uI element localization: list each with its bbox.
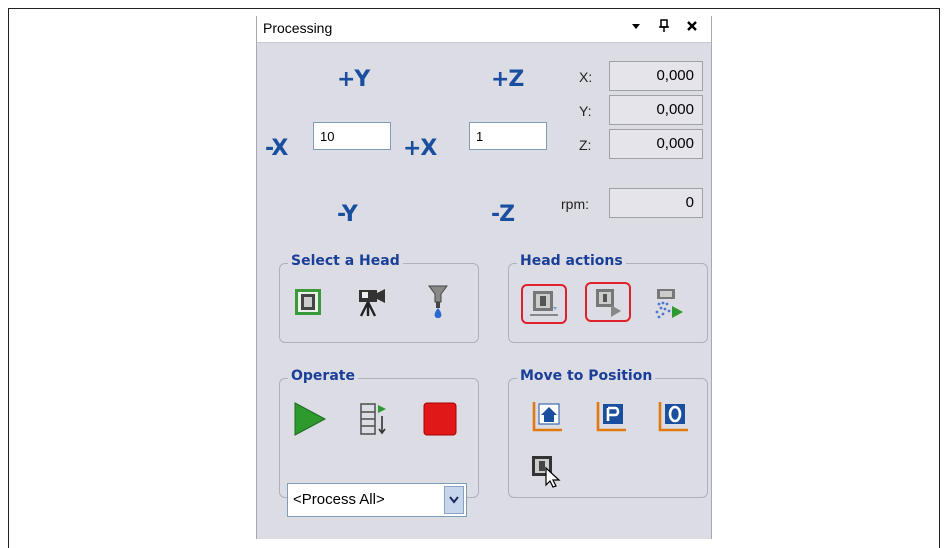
move-to-position-title: Move to Position [517, 368, 656, 384]
jog-plus-z-button[interactable]: +Z [491, 67, 524, 92]
head-down-icon [530, 291, 558, 316]
home-position-icon [532, 402, 562, 432]
move-home-button[interactable] [529, 399, 565, 435]
spindle-head-icon [295, 289, 321, 315]
move-to-cursor-button[interactable] [529, 453, 565, 489]
panel-title: Processing [263, 20, 333, 36]
xy-step-input[interactable] [313, 122, 391, 150]
chevron-down-icon [632, 24, 640, 29]
select-head-group: Select a Head [279, 253, 479, 343]
dispenser-head-icon [428, 285, 448, 318]
move-zero-button[interactable] [655, 399, 691, 435]
z-step-input[interactable] [469, 122, 547, 150]
head-down-button[interactable] [526, 286, 562, 322]
jog-minus-y-button[interactable]: -Y [337, 202, 358, 227]
operate-group: Operate [279, 368, 479, 498]
rpm-label: rpm: [561, 196, 589, 212]
process-select-arrow[interactable] [444, 486, 464, 514]
processing-panel: Processing +Y -X +X -Y +Z -Z X: 0,000 Y:… [256, 16, 712, 539]
move-to-position-group: Move to Position [508, 368, 708, 498]
move-park-button[interactable] [593, 399, 629, 435]
pin-button[interactable] [655, 19, 673, 39]
chevron-down-icon [449, 496, 459, 504]
head-actions-group: Head actions [508, 253, 708, 343]
park-position-icon [596, 402, 626, 432]
spindle-head-button[interactable] [290, 284, 326, 320]
play-icon [294, 402, 327, 436]
x-label: X: [579, 69, 593, 85]
camera-head-icon [359, 289, 385, 317]
x-readout: 0,000 [609, 61, 703, 91]
rpm-readout: 0 [609, 188, 703, 218]
stop-button[interactable] [422, 401, 458, 437]
panel-menu-button[interactable] [627, 19, 645, 39]
close-icon [687, 21, 697, 31]
jog-plus-y-button[interactable]: +Y [337, 67, 370, 92]
close-button[interactable] [683, 19, 701, 39]
step-process-button[interactable] [356, 401, 392, 437]
panel-titlebar: Processing [257, 16, 711, 43]
z-readout: 0,000 [609, 129, 703, 159]
operate-title: Operate [288, 368, 358, 384]
head-actions-title: Head actions [517, 253, 626, 269]
jog-minus-x-button[interactable]: -X [265, 136, 288, 161]
camera-head-button[interactable] [354, 284, 390, 320]
process-select-value: <Process All> [293, 491, 385, 508]
head-spray-icon [655, 289, 683, 319]
y-label: Y: [579, 103, 592, 119]
head-spray-button[interactable] [651, 286, 687, 322]
dispenser-head-button[interactable] [420, 284, 456, 320]
step-process-icon [360, 403, 386, 435]
run-button[interactable] [292, 401, 328, 437]
z-label: Z: [579, 137, 592, 153]
jog-plus-x-button[interactable]: +X [403, 136, 437, 161]
select-head-title: Select a Head [288, 253, 403, 269]
jog-minus-z-button[interactable]: -Z [491, 202, 515, 227]
move-to-cursor-icon [532, 456, 561, 488]
zero-position-icon [658, 402, 688, 432]
y-readout: 0,000 [609, 95, 703, 125]
head-run-button[interactable] [590, 284, 626, 320]
process-select[interactable]: <Process All> [287, 483, 467, 517]
head-run-icon [596, 289, 621, 317]
stop-icon [423, 402, 457, 436]
pin-icon [659, 19, 669, 32]
